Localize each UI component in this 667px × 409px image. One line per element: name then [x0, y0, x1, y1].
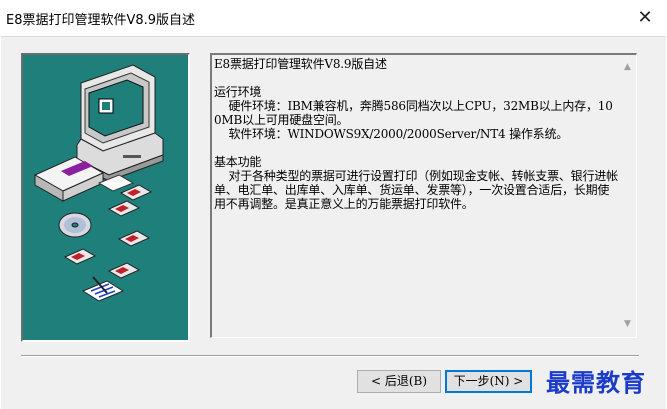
title-bar: E8票据打印管理软件V8.9版自述 ✕	[0, 0, 667, 36]
scroll-down-arrow-icon[interactable]: ▼	[619, 316, 636, 333]
dialog-body: E8票据打印管理软件V8.9版自述 运行环境 硬件环境：IBM兼容机，奔腾586同…	[1, 36, 666, 409]
hardware-requirements: 硬件环境：IBM兼容机，奔腾586同档次以上CPU，32MB以上内存，100MB…	[214, 99, 613, 127]
readme-text: E8票据打印管理软件V8.9版自述 运行环境 硬件环境：IBM兼容机，奔腾586同…	[214, 57, 619, 335]
next-button[interactable]: 下一步(N) >	[445, 370, 532, 393]
function-section-title: 基本功能	[214, 155, 262, 169]
readme-text-box[interactable]: E8票据打印管理软件V8.9版自述 运行环境 硬件环境：IBM兼容机，奔腾586同…	[210, 53, 637, 338]
readme-heading: E8票据打印管理软件V8.9版自述	[214, 57, 387, 71]
vertical-scrollbar[interactable]: ▲ ▼	[619, 55, 636, 337]
button-separator	[21, 355, 639, 357]
close-icon[interactable]: ✕	[635, 8, 655, 28]
computer-and-disks-icon	[33, 64, 164, 302]
software-requirements: 软件环境：WINDOWS9X/2000/2000Server/NT4 操作系统。	[214, 127, 569, 141]
env-section-title: 运行环境	[214, 85, 262, 99]
back-button[interactable]: < 后退(B)	[357, 370, 441, 393]
watermark-text: 最需教育	[546, 368, 646, 397]
window-title: E8票据打印管理软件V8.9版自述	[6, 13, 196, 28]
wizard-illustration	[21, 53, 190, 342]
scroll-up-arrow-icon[interactable]: ▲	[619, 59, 636, 76]
function-description: 对于各种类型的票据可进行设置打印（例如现金支帐、转帐支票、银行进帐单、电汇单、出…	[214, 169, 618, 211]
